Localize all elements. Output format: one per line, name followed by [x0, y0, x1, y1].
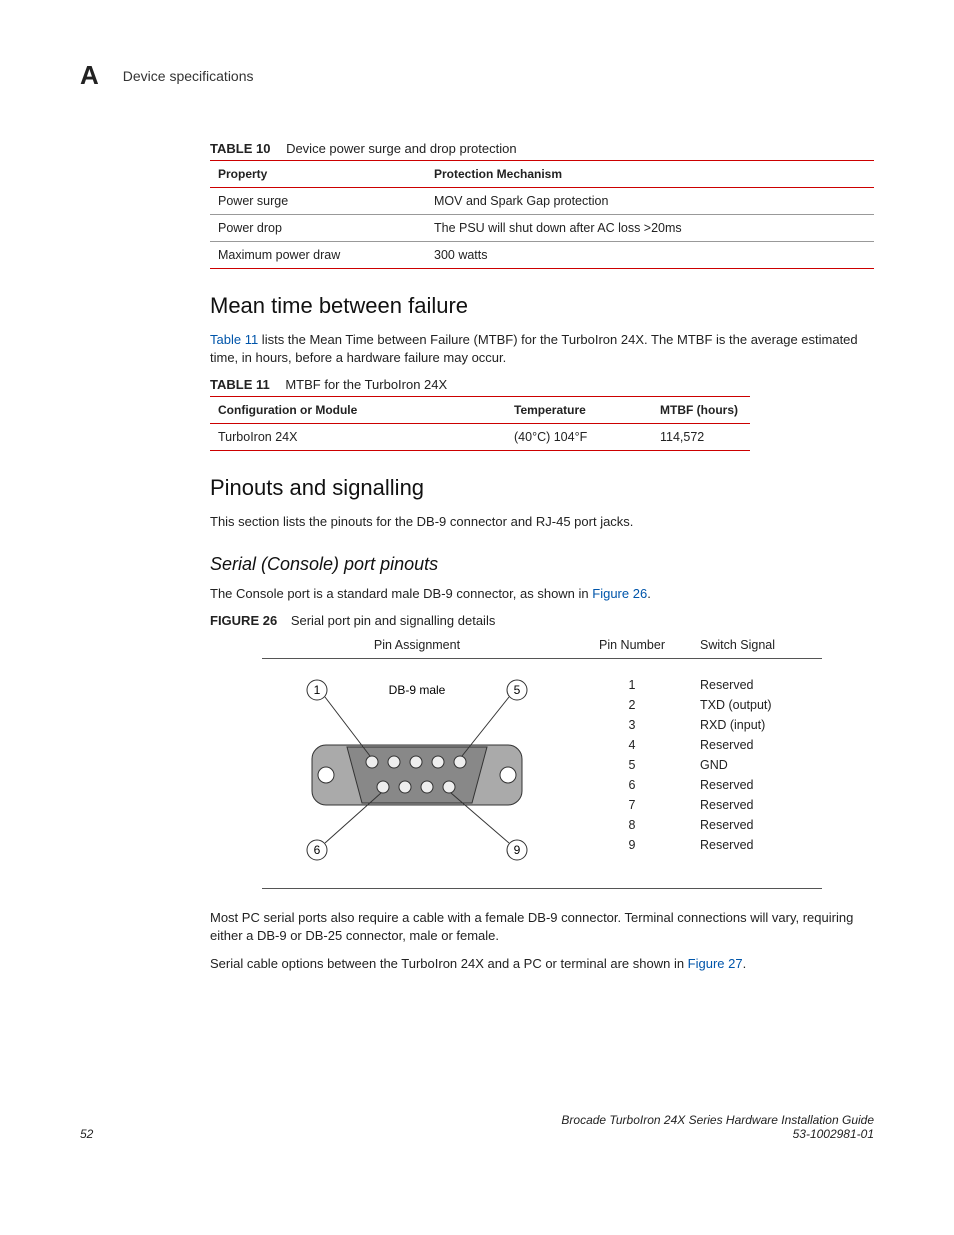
table-11-col-config: Configuration or Module [210, 397, 506, 424]
pin-row: 6Reserved [572, 775, 830, 795]
pin-number: 3 [572, 715, 692, 735]
fig26-col-pin-number: Pin Number [572, 638, 692, 652]
pin-signal: Reserved [692, 675, 830, 695]
pin-row: 1Reserved [572, 675, 830, 695]
link-table-11[interactable]: Table 11 [210, 332, 258, 347]
table-row: Power drop The PSU will shut down after … [210, 215, 874, 242]
pin-row: 8Reserved [572, 815, 830, 835]
pin-number: 1 [572, 675, 692, 695]
pin-index-br: 9 [514, 843, 521, 857]
pin-number: 8 [572, 815, 692, 835]
serial-para-suffix: . [647, 586, 651, 601]
table-11-label: TABLE 11 [210, 377, 270, 392]
pin-index-tl: 1 [314, 683, 321, 697]
figure-26-panel: Pin Assignment Pin Number Switch Signal … [262, 638, 822, 889]
table-10-label: TABLE 10 [210, 141, 270, 156]
figure-26-header-row: Pin Assignment Pin Number Switch Signal [262, 638, 822, 659]
footer-doc-number: 53-1002981-01 [561, 1127, 874, 1141]
pin-number: 4 [572, 735, 692, 755]
pin-number: 7 [572, 795, 692, 815]
mtbf-paragraph-rest: lists the Mean Time between Failure (MTB… [210, 332, 858, 365]
cell-mechanism: The PSU will shut down after AC loss >20… [426, 215, 874, 242]
table-10: Property Protection Mechanism Power surg… [210, 160, 874, 269]
pin-row: 3RXD (input) [572, 715, 830, 735]
cell-property: Maximum power draw [210, 242, 426, 269]
p2-suffix: . [743, 956, 747, 971]
pin-number: 6 [572, 775, 692, 795]
cell-mtbf: 114,572 [652, 424, 750, 451]
table-10-col-mechanism: Protection Mechanism [426, 161, 874, 188]
db9-label: DB-9 male [389, 683, 446, 697]
table-10-caption-text: Device power surge and drop protection [286, 141, 517, 156]
pin-signal: GND [692, 755, 830, 775]
db9-connector-icon: 1 5 6 9 DB-9 male [292, 675, 542, 865]
page-number: 52 [80, 1127, 93, 1141]
pin-index-bl: 6 [314, 843, 321, 857]
table-11-col-mtbf: MTBF (hours) [652, 397, 750, 424]
table-11-col-temp: Temperature [506, 397, 652, 424]
pin-signal-list: 1Reserved 2TXD (output) 3RXD (input) 4Re… [572, 675, 830, 868]
table-10-col-property: Property [210, 161, 426, 188]
post-figure-paragraph-1: Most PC serial ports also require a cabl… [210, 909, 874, 945]
cell-property: Power surge [210, 188, 426, 215]
table-11-caption-text: MTBF for the TurboIron 24X [285, 377, 447, 392]
pin-signal: TXD (output) [692, 695, 830, 715]
pinouts-paragraph: This section lists the pinouts for the D… [210, 513, 874, 531]
heading-mtbf: Mean time between failure [210, 293, 874, 319]
serial-para-prefix: The Console port is a standard male DB-9… [210, 586, 592, 601]
table-11: Configuration or Module Temperature MTBF… [210, 396, 750, 451]
pin-row: 5GND [572, 755, 830, 775]
pin-signal: Reserved [692, 795, 830, 815]
pin-signal: RXD (input) [692, 715, 830, 735]
pin-number: 2 [572, 695, 692, 715]
fig26-col-pin-assignment: Pin Assignment [262, 638, 572, 652]
heading-pinouts: Pinouts and signalling [210, 475, 874, 501]
pin-row: 4Reserved [572, 735, 830, 755]
pin-index-tr: 5 [514, 683, 521, 697]
appendix-letter: A [80, 60, 99, 91]
heading-serial-pinouts: Serial (Console) port pinouts [210, 554, 874, 575]
cell-property: Power drop [210, 215, 426, 242]
table-row: Maximum power draw 300 watts [210, 242, 874, 269]
pin-number: 5 [572, 755, 692, 775]
pin-signal: Reserved [692, 735, 830, 755]
pin-row: 2TXD (output) [572, 695, 830, 715]
cell-mechanism: 300 watts [426, 242, 874, 269]
pin-signal: Reserved [692, 815, 830, 835]
table-11-caption: TABLE 11 MTBF for the TurboIron 24X [210, 377, 874, 392]
serial-paragraph: The Console port is a standard male DB-9… [210, 585, 874, 603]
table-row: Power surge MOV and Spark Gap protection [210, 188, 874, 215]
link-figure-26[interactable]: Figure 26 [592, 586, 647, 601]
cell-config: TurboIron 24X [210, 424, 506, 451]
figure-26-caption: FIGURE 26 Serial port pin and signalling… [210, 613, 874, 628]
pin-signal: Reserved [692, 775, 830, 795]
db9-diagram: 1 5 6 9 DB-9 male [262, 675, 572, 868]
footer-guide-title: Brocade TurboIron 24X Series Hardware In… [561, 1113, 874, 1127]
pin-row: 7Reserved [572, 795, 830, 815]
header-title: Device specifications [123, 68, 254, 84]
figure-26-footer-rule [262, 888, 822, 889]
page-footer: 52 Brocade TurboIron 24X Series Hardware… [80, 1113, 874, 1141]
figure-26-label: FIGURE 26 [210, 613, 277, 628]
mtbf-paragraph: Table 11 lists the Mean Time between Fai… [210, 331, 874, 367]
link-figure-27[interactable]: Figure 27 [688, 956, 743, 971]
fig26-col-switch-signal: Switch Signal [692, 638, 830, 652]
p2-prefix: Serial cable options between the TurboIr… [210, 956, 688, 971]
post-figure-paragraph-2: Serial cable options between the TurboIr… [210, 955, 874, 973]
table-10-caption: TABLE 10 Device power surge and drop pro… [210, 141, 874, 156]
page-header: A Device specifications [80, 60, 874, 91]
cell-temp: (40°C) 104°F [506, 424, 652, 451]
pin-number: 9 [572, 835, 692, 855]
figure-26-caption-text: Serial port pin and signalling details [291, 613, 496, 628]
cell-mechanism: MOV and Spark Gap protection [426, 188, 874, 215]
table-row: TurboIron 24X (40°C) 104°F 114,572 [210, 424, 750, 451]
pin-signal: Reserved [692, 835, 830, 855]
pin-row: 9Reserved [572, 835, 830, 855]
